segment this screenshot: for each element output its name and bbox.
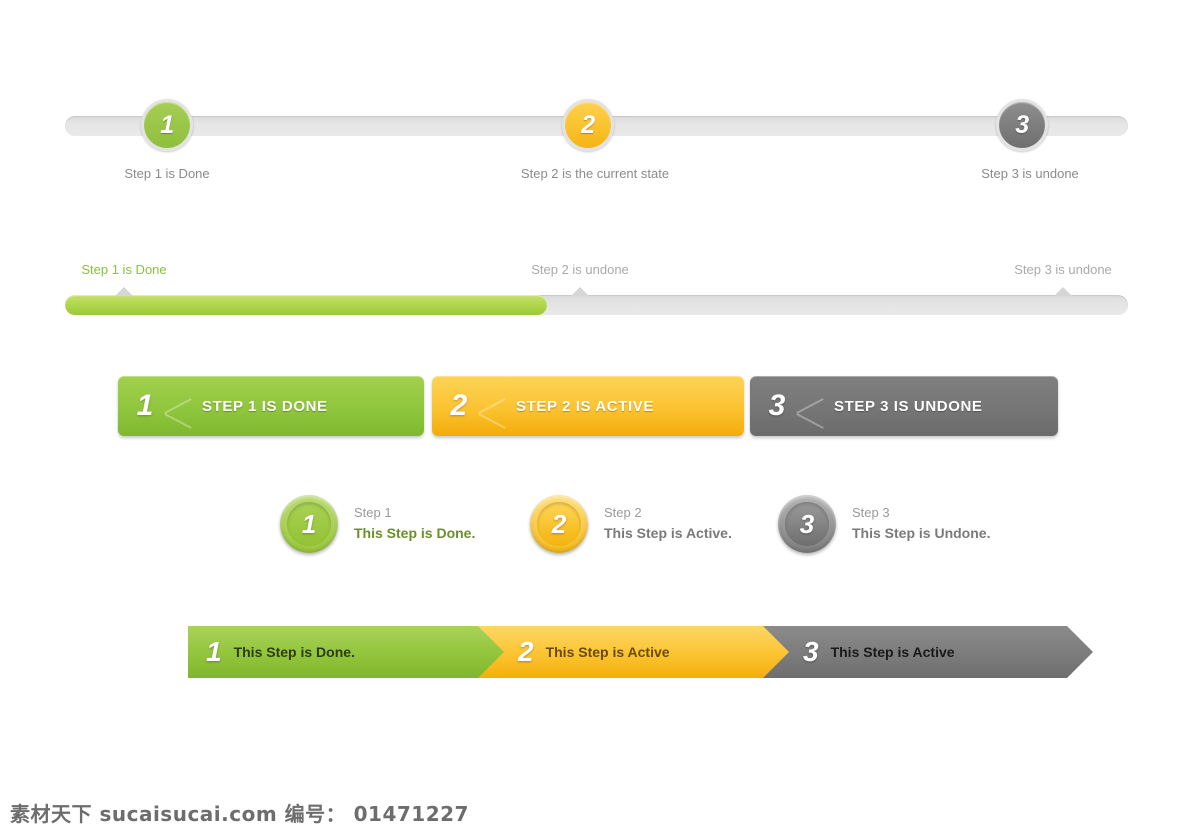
coin-step-1-title: Step 1: [354, 505, 392, 521]
coin-step-2-text: Step 2 This Step is Active.: [588, 503, 732, 545]
progress-label-2: Step 2 is undone: [531, 262, 629, 277]
arrow-step-3-number: 3: [803, 636, 819, 667]
chevron-divider-icon: [172, 376, 192, 436]
step-node-2-number: 2: [581, 110, 595, 139]
step-node-3-number: 3: [1015, 110, 1029, 139]
coin-step-3-badge: 3: [778, 495, 836, 553]
coin-step-1-text: Step 1 This Step is Done.: [338, 503, 475, 545]
step-button-1[interactable]: 1 STEP 1 IS DONE: [118, 376, 424, 436]
step-node-3[interactable]: 3: [996, 99, 1048, 151]
arrow-step-2-number: 2: [518, 636, 534, 667]
step-button-3[interactable]: 3 STEP 3 IS UNDONE: [750, 376, 1058, 436]
progress-bar-fill: [65, 295, 547, 315]
coin-step-item-2[interactable]: 2 Step 2 This Step is Active.: [530, 495, 732, 553]
step-button-3-number: 3: [768, 389, 786, 422]
step-node-3-label: Step 3 is undone: [981, 166, 1079, 181]
coin-step-1-number: 1: [301, 509, 317, 539]
row-coin-step-list: 1 Step 1 This Step is Done. 2 Step 2 Thi…: [0, 495, 1200, 575]
ui-kit-canvas: 1 2 3 Step 1 is Done Step 2 is the curre…: [0, 0, 1200, 839]
coin-step-3-text: Step 3 This Step is Undone.: [836, 503, 990, 545]
row-circular-node-progress: 1 2 3 Step 1 is Done Step 2 is the curre…: [0, 0, 1200, 200]
step-node-2[interactable]: 2: [562, 99, 614, 151]
step-node-2-label: Step 2 is the current state: [520, 166, 670, 181]
row-arrow-breadcrumb: 1 This Step is Done. 2 This Step is Acti…: [0, 618, 1200, 698]
progress-label-1: Step 1 is Done: [81, 262, 167, 277]
step-button-2-number: 2: [450, 389, 468, 422]
arrow-step-3[interactable]: 3 This Step is Active: [763, 626, 1093, 678]
coin-step-3-title: Step 3: [852, 505, 890, 521]
chevron-divider-icon: [486, 376, 506, 436]
coin-step-2-desc: This Step is Active.: [604, 525, 732, 542]
arrow-step-2-label: This Step is Active: [545, 644, 670, 660]
coin-step-2-number: 2: [551, 509, 567, 539]
coin-step-3-desc: This Step is Undone.: [852, 525, 991, 542]
arrow-step-1-label: This Step is Done.: [233, 644, 355, 660]
step-button-2[interactable]: 2 STEP 2 IS ACTIVE: [432, 376, 744, 436]
step-node-1-label: Step 1 is Done: [124, 166, 210, 181]
step-button-1-label: STEP 1 IS DONE: [202, 397, 328, 415]
progress-marker-1-icon: [115, 287, 133, 296]
progress-marker-2-icon: [571, 287, 589, 296]
coin-step-item-1[interactable]: 1 Step 1 This Step is Done.: [280, 495, 475, 553]
arrow-step-3-label: This Step is Active: [830, 644, 955, 660]
coin-step-1-badge: 1: [280, 495, 338, 553]
step-button-2-label: STEP 2 IS ACTIVE: [516, 397, 654, 415]
progress-bar-track[interactable]: [65, 295, 1128, 315]
step-button-3-label: STEP 3 IS UNDONE: [834, 397, 983, 415]
step-node-1-number: 1: [160, 110, 174, 139]
progress-label-3: Step 3 is undone: [1014, 262, 1112, 277]
row-filled-progress-bar: Step 1 is Done Step 2 is undone Step 3 i…: [0, 250, 1200, 330]
coin-step-3-number: 3: [799, 509, 815, 539]
step-button-1-number: 1: [136, 389, 154, 422]
coin-step-1-desc: This Step is Done.: [354, 525, 476, 542]
step-node-1[interactable]: 1: [141, 99, 193, 151]
watermark: 素材天下 sucaisucai.com 编号： 01471227: [10, 802, 469, 826]
coin-step-item-3[interactable]: 3 Step 3 This Step is Undone.: [778, 495, 990, 553]
arrow-step-1-number: 1: [206, 636, 222, 667]
chevron-divider-icon: [804, 376, 824, 436]
row-step-buttons: 1 STEP 1 IS DONE 2 STEP 2 IS ACTIVE 3 ST…: [0, 370, 1200, 450]
coin-step-2-title: Step 2: [604, 505, 642, 521]
progress-marker-3-icon: [1054, 287, 1072, 296]
arrow-step-1[interactable]: 1 This Step is Done.: [188, 626, 521, 678]
coin-step-2-badge: 2: [530, 495, 588, 553]
